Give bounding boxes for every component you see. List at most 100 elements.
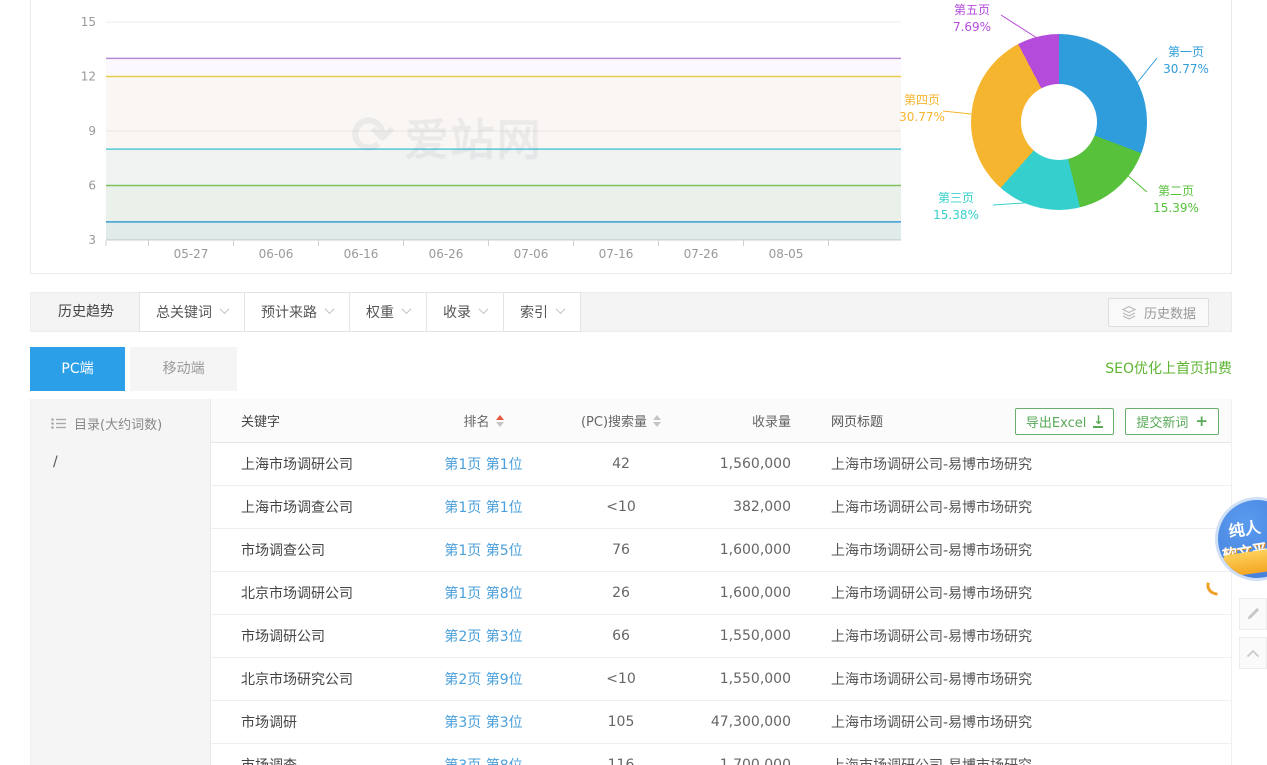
page-title-cell: 上海市场调研公司-易博市场研究 <box>791 540 1231 560</box>
index-count-cell: 1,600,000 <box>696 542 791 558</box>
donut-leader-lines <box>881 0 1233 274</box>
rank-link[interactable]: 第2页 第9位 <box>444 672 522 688</box>
seo-promo-link[interactable]: SEO优化上首页扣费 <box>1105 347 1232 391</box>
rank-link[interactable]: 第1页 第1位 <box>444 457 522 473</box>
filter-bar: 历史趋势 总关键词 预计来路 权重 收录 索引 历史数据 <box>30 292 1232 332</box>
page-title-cell: 上海市场调研公司-易博市场研究 <box>791 454 1231 474</box>
table-row: 上海市场调研公司 第1页 第1位 421,560,000上海市场调研公司-易博市场研… <box>211 443 1231 486</box>
back-to-top-button[interactable] <box>1239 637 1267 669</box>
page-title-cell: 上海市场调研公司-易博市场研究 <box>791 583 1231 603</box>
column-header-search-volume[interactable]: (PC)搜索量 <box>546 411 696 430</box>
x-axis-tick-label: 08-05 <box>769 247 804 261</box>
search-volume-cell: 42 <box>546 456 696 472</box>
index-count-cell: 1,550,000 <box>696 628 791 644</box>
rank-link[interactable]: 第3页 第8位 <box>444 758 522 765</box>
rank-link[interactable]: 第1页 第1位 <box>444 500 522 516</box>
dropdown-weight[interactable]: 权重 <box>350 292 427 332</box>
search-volume-cell: 76 <box>546 542 696 558</box>
keyword-cell: 市场调查公司 <box>211 540 421 560</box>
keyword-cell: 北京市场调研公司 <box>211 583 421 603</box>
search-volume-cell: 116 <box>546 757 696 765</box>
search-volume-cell: 105 <box>546 714 696 730</box>
directory-sidebar: 目录(大约词数) / <box>31 399 211 765</box>
x-axis-tick-label: 05-27 <box>174 247 209 261</box>
keyword-cell: 上海市场调查公司 <box>211 497 421 517</box>
dropdown-estimated-traffic[interactable]: 预计来路 <box>245 292 350 332</box>
column-header-rank[interactable]: 排名 <box>421 411 546 430</box>
keyword-trend-line-chart: 369121505-2706-0606-1606-2607-0607-1607-… <box>31 0 911 274</box>
index-count-cell: 1,550,000 <box>696 671 791 687</box>
rank-cell: 第1页 第1位 <box>421 497 546 517</box>
tab-mobile[interactable]: 移动端 <box>130 347 237 391</box>
sort-desc-icon <box>496 422 504 427</box>
chevron-down-icon <box>556 304 566 314</box>
dropdown-total-keywords[interactable]: 总关键词 <box>139 292 245 332</box>
keyword-table-panel: 目录(大约词数) / 关键字 排名 (PC)搜索量 收录量 网页标题 <box>30 399 1232 765</box>
donut-label-page2: 第二页15.39% <box>1143 183 1209 217</box>
page-title-cell: 上海市场调研公司-易博市场研究 <box>791 626 1231 646</box>
history-trend-label: 历史趋势 <box>58 293 114 331</box>
tab-pc[interactable]: PC端 <box>30 347 125 391</box>
sort-asc-icon <box>653 415 661 420</box>
download-icon: ↓ <box>1093 416 1103 428</box>
y-axis-tick-label: 9 <box>88 124 96 138</box>
directory-header: 目录(大约词数) <box>31 399 210 433</box>
table-row: 北京市场调研公司第1页 第8位261,600,000上海市场调研公司-易博市场研… <box>211 572 1231 615</box>
rank-link[interactable]: 第1页 第8位 <box>444 586 522 602</box>
rank-link[interactable]: 第1页 第5位 <box>444 543 522 559</box>
directory-item-root[interactable]: / <box>31 433 210 470</box>
dropdown-included[interactable]: 收录 <box>427 292 504 332</box>
donut-label-page3: 第三页15.38% <box>921 190 991 224</box>
rank-cell: 第3页 第8位 <box>421 755 546 765</box>
search-volume-cell: <10 <box>546 671 696 687</box>
history-data-button[interactable]: 历史数据 <box>1108 298 1209 327</box>
rank-cell: 第1页 第1位 <box>421 454 546 474</box>
donut-label-page1: 第一页30.77% <box>1155 44 1217 78</box>
rank-link[interactable]: 第3页 第3位 <box>444 715 522 731</box>
plus-icon: + <box>1195 415 1208 428</box>
table-row: 市场调查第3页 第8位1161,700,000上海市场调研公司-易博市场研究 <box>211 744 1231 765</box>
page-title-cell: 上海市场调研公司-易博市场研究 <box>791 497 1231 517</box>
feedback-pencil-button[interactable] <box>1239 598 1267 630</box>
table-row: 北京市场研究公司 第2页 第9位 <101,550,000上海市场调研公司-易博市场… <box>211 658 1231 701</box>
x-axis-tick-label: 06-16 <box>344 247 379 261</box>
submit-keyword-button[interactable]: 提交新词 + <box>1125 408 1219 435</box>
chevron-down-icon <box>479 304 489 314</box>
y-axis-tick-label: 6 <box>88 179 96 193</box>
promo-badge[interactable]: 纯人 软文平 <box>1211 494 1267 590</box>
keyword-cell: 市场调研公司 <box>211 626 421 646</box>
donut-label-page5: 第五页7.69% <box>941 2 1003 36</box>
x-axis-tick-label: 06-26 <box>429 247 464 261</box>
page-title-cell: 上海市场调研公司-易博市场研究 <box>791 669 1231 689</box>
search-volume-cell: <10 <box>546 499 696 515</box>
index-count-cell: 1,560,000 <box>696 456 791 472</box>
sort-asc-icon <box>496 415 504 420</box>
layers-icon <box>1121 305 1137 321</box>
rank-cell: 第3页 第3位 <box>421 712 546 732</box>
x-axis-tick-label: 07-06 <box>514 247 549 261</box>
dropdown-index[interactable]: 索引 <box>504 292 581 332</box>
sort-desc-icon <box>653 422 661 427</box>
rank-page-donut-chart: 第一页30.77% 第二页15.39% 第三页15.38% 第四页30.77% … <box>881 0 1233 274</box>
table-header-row: 关键字 排名 (PC)搜索量 收录量 网页标题 导出Excel <box>211 399 1231 443</box>
column-header-index-count: 收录量 <box>696 411 791 430</box>
table-body: 上海市场调研公司第1页 第1位421,560,000上海市场调研公司-易博市场研… <box>211 443 1231 765</box>
index-count-cell: 1,600,000 <box>696 585 791 601</box>
chevron-up-icon <box>1245 647 1261 659</box>
index-count-cell: 382,000 <box>696 499 791 515</box>
column-header-keyword: 关键字 <box>211 411 421 430</box>
keyword-cell: 北京市场研究公司 <box>211 669 421 689</box>
rank-cell: 第2页 第9位 <box>421 669 546 689</box>
keyword-cell: 上海市场调研公司 <box>211 454 421 474</box>
index-count-cell: 47,300,000 <box>696 714 791 730</box>
sort-icons <box>496 415 504 427</box>
chevron-down-icon <box>402 304 412 314</box>
x-axis-tick-label: 07-16 <box>599 247 634 261</box>
trend-area-fill <box>106 222 901 240</box>
table-row: 市场调研第3页 第3位10547,300,000上海市场调研公司-易博市场研究 <box>211 701 1231 744</box>
table-row: 上海市场调查公司 第1页 第1位 <10382,000上海市场调研公司-易博市场研究 <box>211 486 1231 529</box>
rank-cell: 第1页 第8位 <box>421 583 546 603</box>
rank-link[interactable]: 第2页 第3位 <box>444 629 522 645</box>
keyword-cell: 市场调查 <box>211 755 421 765</box>
export-excel-button[interactable]: 导出Excel ↓ <box>1015 408 1115 435</box>
